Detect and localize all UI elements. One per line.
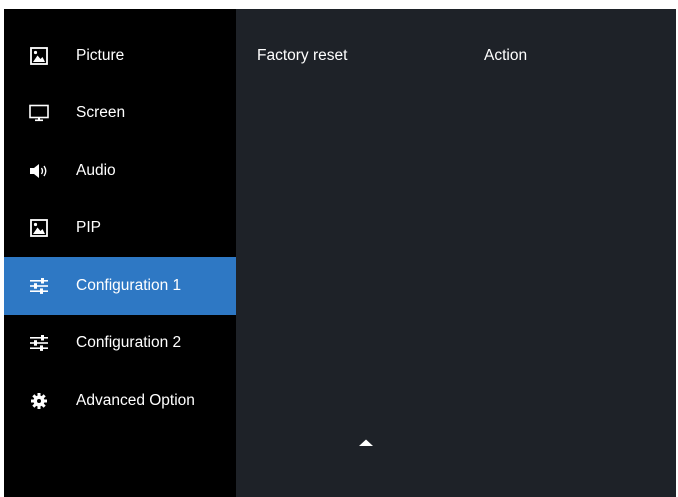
sidebar: Picture Screen Audio PIP Configuration 1…	[4, 9, 236, 497]
sidebar-item-label: Configuration 2	[76, 334, 182, 352]
sidebar-item-label: Screen	[76, 104, 126, 122]
gear-icon	[29, 391, 49, 411]
sidebar-item-screen[interactable]: Screen	[4, 85, 236, 143]
sidebar-item-advanced-option[interactable]: Advanced Option	[4, 372, 236, 430]
speaker-icon	[29, 161, 49, 181]
sidebar-item-label: Picture	[76, 46, 125, 64]
sidebar-item-audio[interactable]: Audio	[4, 142, 236, 200]
setting-row-factory-reset[interactable]: Factory reset Action	[257, 47, 676, 65]
sidebar-item-configuration-1[interactable]: Configuration 1	[4, 257, 236, 315]
sliders-icon	[29, 276, 49, 296]
up-arrow-icon[interactable]	[358, 435, 374, 446]
sidebar-item-label: Configuration 1	[76, 276, 182, 294]
sidebar-item-configuration-2[interactable]: Configuration 2	[4, 315, 236, 373]
picture-icon	[29, 218, 49, 238]
picture-icon	[29, 46, 49, 66]
setting-value[interactable]: Action	[484, 47, 527, 65]
sidebar-item-label: PIP	[76, 219, 101, 237]
content-panel: Factory reset Action	[236, 9, 676, 497]
sidebar-item-pip[interactable]: PIP	[4, 200, 236, 258]
setting-label: Factory reset	[257, 47, 348, 64]
sidebar-item-label: Audio	[76, 161, 116, 179]
sidebar-item-label: Advanced Option	[76, 391, 195, 409]
sliders-icon	[29, 333, 49, 353]
monitor-icon	[29, 103, 49, 123]
menu-list: Picture Screen Audio PIP Configuration 1…	[4, 27, 236, 430]
sidebar-item-picture[interactable]: Picture	[4, 27, 236, 85]
osd-menu: Picture Screen Audio PIP Configuration 1…	[4, 9, 676, 497]
